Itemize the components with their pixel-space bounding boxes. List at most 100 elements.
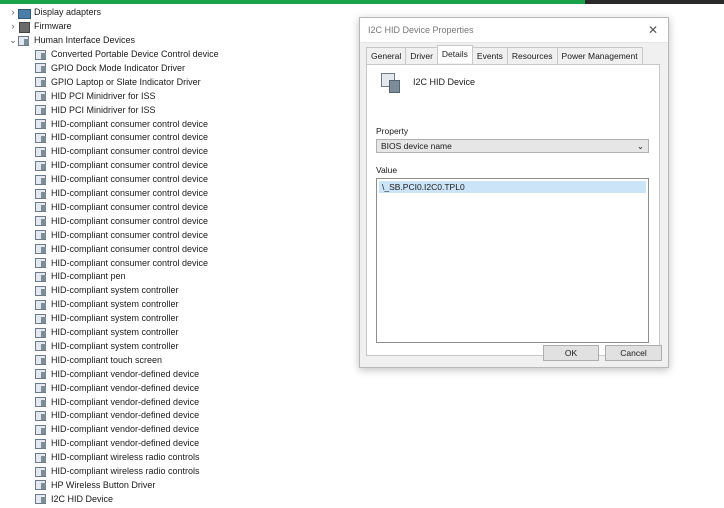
tree-device-item[interactable]: HID PCI Minidriver for ISS bbox=[35, 103, 156, 117]
chevron-right-icon[interactable]: › bbox=[8, 5, 18, 19]
hid-device-icon bbox=[35, 382, 47, 394]
hid-device-icon bbox=[35, 132, 47, 143]
tree-device-label: HID-compliant pen bbox=[51, 271, 126, 282]
tree-device-item[interactable]: HID-compliant consumer control device bbox=[35, 200, 208, 214]
tree-category-firmware[interactable]: › Firmware bbox=[8, 19, 72, 33]
tree-device-label: GPIO Dock Mode Indicator Driver bbox=[51, 62, 186, 73]
hid-device-icon bbox=[35, 257, 47, 268]
tree-device-label: HID-compliant vendor-defined device bbox=[51, 368, 200, 379]
hid-device-icon bbox=[35, 118, 47, 129]
hid-device-icon bbox=[35, 188, 47, 199]
hid-device-icon bbox=[35, 410, 47, 421]
tree-device-item[interactable]: HID-compliant touch screen bbox=[35, 353, 162, 367]
tab-details[interactable]: Details bbox=[436, 45, 473, 63]
dialog-titlebar[interactable]: I2C HID Device Properties ✕ bbox=[360, 18, 668, 43]
tree-device-label: HID-compliant consumer control device bbox=[51, 201, 209, 212]
hid-device-icon bbox=[35, 368, 47, 380]
tree-device-item[interactable]: HID-compliant consumer control device bbox=[35, 172, 208, 186]
tree-device-item[interactable]: HID-compliant system controller bbox=[35, 283, 179, 297]
tree-device-item[interactable]: HID-compliant system controller bbox=[35, 311, 179, 325]
tree-device-item[interactable]: HID-compliant vendor-defined device bbox=[35, 367, 199, 381]
value-list-item[interactable]: \_SB.PCI0.I2C0.TPL0 bbox=[379, 181, 646, 193]
tree-device-item[interactable]: HID-compliant consumer control device bbox=[35, 228, 208, 242]
property-dropdown-value: BIOS device name bbox=[381, 141, 452, 151]
device-header: I2C HID Device bbox=[381, 71, 475, 93]
tree-device-item[interactable]: HID-compliant pen bbox=[35, 269, 126, 283]
property-label: Property bbox=[376, 126, 409, 136]
tree-device-label: HID-compliant consumer control device bbox=[51, 146, 209, 157]
tree-device-label: HID-compliant consumer control device bbox=[51, 229, 209, 240]
tree-category-label: Human Interface Devices bbox=[34, 35, 136, 45]
property-dropdown[interactable]: BIOS device name ⌄ bbox=[376, 139, 649, 153]
hid-device-icon bbox=[35, 243, 47, 255]
hid-device-icon bbox=[35, 174, 47, 185]
tab-driver[interactable]: Driver bbox=[405, 47, 438, 65]
tab-general[interactable]: General bbox=[366, 47, 407, 65]
tree-device-item[interactable]: HID-compliant system controller bbox=[35, 325, 179, 339]
tree-device-item[interactable]: HID-compliant vendor-defined device bbox=[35, 381, 199, 395]
hid-device-icon bbox=[35, 438, 47, 449]
tree-device-label: HID PCI Minidriver for ISS bbox=[51, 90, 156, 101]
value-listbox[interactable]: \_SB.PCI0.I2C0.TPL0 bbox=[376, 178, 649, 343]
hid-device-icon bbox=[381, 71, 401, 93]
tree-device-item[interactable]: HID-compliant consumer control device bbox=[35, 214, 208, 228]
tree-device-item[interactable]: HID-compliant system controller bbox=[35, 339, 179, 353]
device-name: I2C HID Device bbox=[413, 77, 476, 87]
tree-device-item[interactable]: HID-compliant consumer control device bbox=[35, 144, 208, 158]
hid-device-icon bbox=[35, 215, 47, 227]
hid-device-icon bbox=[35, 49, 47, 60]
chevron-right-icon[interactable]: › bbox=[8, 19, 18, 33]
tree-category-human-interface-devices[interactable]: ⌄ Human Interface Devices bbox=[8, 33, 135, 47]
tree-device-item[interactable]: HID-compliant consumer control device bbox=[35, 256, 208, 270]
close-icon[interactable]: ✕ bbox=[646, 23, 660, 37]
tree-device-label: HID-compliant system controller bbox=[51, 299, 179, 310]
ok-button[interactable]: OK bbox=[543, 345, 599, 361]
tree-device-item[interactable]: HID-compliant consumer control device bbox=[35, 117, 208, 131]
tree-device-item[interactable]: HID-compliant vendor-defined device bbox=[35, 395, 199, 409]
tree-device-label: HID-compliant vendor-defined device bbox=[51, 410, 200, 421]
tree-device-label: HID-compliant system controller bbox=[51, 327, 179, 337]
hid-device-icon bbox=[35, 424, 47, 435]
tree-device-label: HID-compliant wireless radio controls bbox=[51, 466, 200, 476]
tree-device-label: HID-compliant consumer control device bbox=[51, 118, 209, 129]
tree-category-display-adapters[interactable]: › Display adapters bbox=[8, 5, 101, 19]
hid-device-icon bbox=[35, 340, 47, 352]
tree-device-item[interactable]: I2C HID Device bbox=[35, 492, 113, 506]
tree-device-label: HID-compliant consumer control device bbox=[51, 215, 209, 226]
dialog-title: I2C HID Device Properties bbox=[368, 25, 474, 35]
tree-device-label: HID-compliant consumer control device bbox=[51, 257, 209, 268]
properties-dialog: I2C HID Device Properties ✕ General Driv… bbox=[359, 17, 669, 368]
tree-device-item[interactable]: HID-compliant consumer control device bbox=[35, 186, 208, 200]
tree-device-label: HID-compliant vendor-defined device bbox=[51, 438, 200, 449]
tab-events[interactable]: Events bbox=[471, 47, 508, 65]
tree-device-item[interactable]: HID-compliant vendor-defined device bbox=[35, 408, 199, 422]
tree-device-item[interactable]: HID-compliant wireless radio controls bbox=[35, 464, 200, 478]
top-progress-fill bbox=[0, 0, 585, 4]
tree-device-item[interactable]: HID PCI Minidriver for ISS bbox=[35, 89, 156, 103]
chevron-down-icon[interactable]: ⌄ bbox=[8, 33, 18, 47]
tree-category-label: Firmware bbox=[34, 21, 72, 31]
dialog-tabs: General Driver Details Events Resources … bbox=[366, 45, 643, 65]
tree-device-item[interactable]: GPIO Dock Mode Indicator Driver bbox=[35, 61, 185, 75]
tree-device-item[interactable]: HID-compliant wireless radio controls bbox=[35, 450, 200, 464]
chevron-down-icon: ⌄ bbox=[636, 140, 644, 151]
tab-resources[interactable]: Resources bbox=[506, 47, 558, 65]
display-adapter-icon bbox=[18, 7, 31, 19]
hid-device-icon bbox=[35, 76, 47, 88]
tree-device-item[interactable]: Converted Portable Device Control device bbox=[35, 47, 219, 61]
tree-device-item[interactable]: HID-compliant consumer control device bbox=[35, 158, 208, 172]
hid-device-icon bbox=[35, 299, 47, 310]
tree-device-label: HID PCI Minidriver for ISS bbox=[51, 104, 156, 115]
tab-power-management[interactable]: Power Management bbox=[556, 47, 643, 65]
cancel-button[interactable]: Cancel bbox=[605, 345, 662, 361]
tree-device-item[interactable]: GPIO Laptop or Slate Indicator Driver bbox=[35, 75, 201, 89]
hid-device-icon bbox=[35, 146, 47, 157]
hid-device-icon bbox=[35, 466, 47, 477]
tree-device-item[interactable]: HID-compliant system controller bbox=[35, 297, 179, 311]
tree-device-item[interactable]: HID-compliant consumer control device bbox=[35, 130, 208, 144]
tree-device-item[interactable]: HP Wireless Button Driver bbox=[35, 478, 155, 492]
tree-device-item[interactable]: HID-compliant vendor-defined device bbox=[35, 436, 199, 450]
tree-device-item[interactable]: HID-compliant vendor-defined device bbox=[35, 422, 199, 436]
tree-device-item[interactable]: HID-compliant consumer control device bbox=[35, 242, 208, 256]
tree-device-label: GPIO Laptop or Slate Indicator Driver bbox=[51, 76, 201, 87]
